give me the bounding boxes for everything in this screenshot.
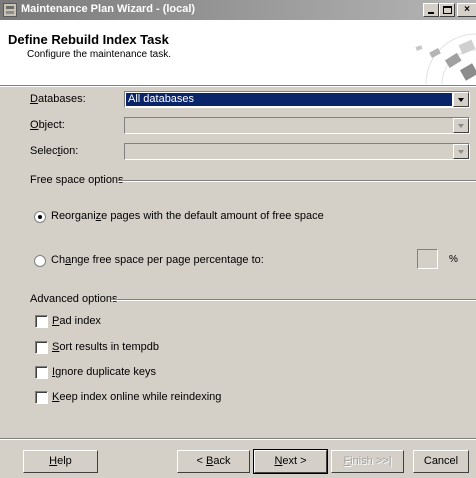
free-space-divider <box>118 180 476 182</box>
chevron-down-icon[interactable] <box>453 118 469 133</box>
change-free-space-radio[interactable] <box>34 255 46 267</box>
keep-online-checkbox[interactable] <box>35 391 48 404</box>
help-button[interactable]: Help <box>23 450 98 473</box>
footer-divider <box>0 438 476 440</box>
databases-dropdown[interactable]: All databases <box>124 91 470 108</box>
minimize-button[interactable] <box>423 3 439 17</box>
keep-online-label: Keep index online while reindexing <box>52 391 222 403</box>
change-free-space-label: Change free space per page percentage to… <box>51 254 264 266</box>
ignore-duplicate-keys-label: Ignore duplicate keys <box>52 366 156 378</box>
percent-sign: % <box>449 254 458 265</box>
app-icon <box>3 3 17 17</box>
page-title: Define Rebuild Index Task <box>8 32 169 47</box>
object-dropdown[interactable] <box>124 117 470 134</box>
wizard-header: Define Rebuild Index Task Configure the … <box>0 20 476 87</box>
advanced-divider <box>111 299 476 301</box>
percentage-input[interactable] <box>417 249 438 269</box>
selection-label: Selection: <box>30 145 79 157</box>
object-label: Object: <box>30 119 65 131</box>
maximize-button[interactable] <box>439 3 455 17</box>
sort-tempdb-checkbox[interactable] <box>35 341 48 354</box>
databases-value: All databases <box>126 93 452 106</box>
close-button[interactable]: × <box>457 3 476 17</box>
pad-index-label: Pad index <box>52 315 101 327</box>
finish-button[interactable]: Finish >>| <box>331 450 404 473</box>
wizard-window: Maintenance Plan Wizard - (local) × Defi… <box>0 0 476 478</box>
wizard-header-graphic-icon <box>415 33 476 84</box>
cancel-button[interactable]: Cancel <box>413 450 469 473</box>
sort-tempdb-label: Sort results in tempdb <box>52 341 159 353</box>
pad-index-checkbox[interactable] <box>35 315 48 328</box>
chevron-down-icon[interactable] <box>453 144 469 159</box>
databases-label: Databases: <box>30 93 86 105</box>
page-subtitle: Configure the maintenance task. <box>27 49 171 60</box>
reorganize-label: Reorganize pages with the default amount… <box>51 210 324 222</box>
window-title: Maintenance Plan Wizard - (local) <box>21 3 196 15</box>
back-button[interactable]: < Back <box>177 450 250 473</box>
next-button[interactable]: Next > <box>253 449 328 474</box>
maximize-icon <box>443 6 452 14</box>
advanced-group-label: Advanced options <box>30 293 118 305</box>
chevron-down-icon[interactable] <box>453 92 469 107</box>
close-icon: × <box>464 4 470 15</box>
title-bar[interactable]: Maintenance Plan Wizard - (local) × <box>0 0 476 20</box>
free-space-group-label: Free space options <box>30 174 124 186</box>
minimize-icon <box>428 12 434 14</box>
selection-dropdown[interactable] <box>124 143 470 160</box>
ignore-duplicate-keys-checkbox[interactable] <box>35 366 48 379</box>
reorganize-radio[interactable] <box>34 211 46 223</box>
